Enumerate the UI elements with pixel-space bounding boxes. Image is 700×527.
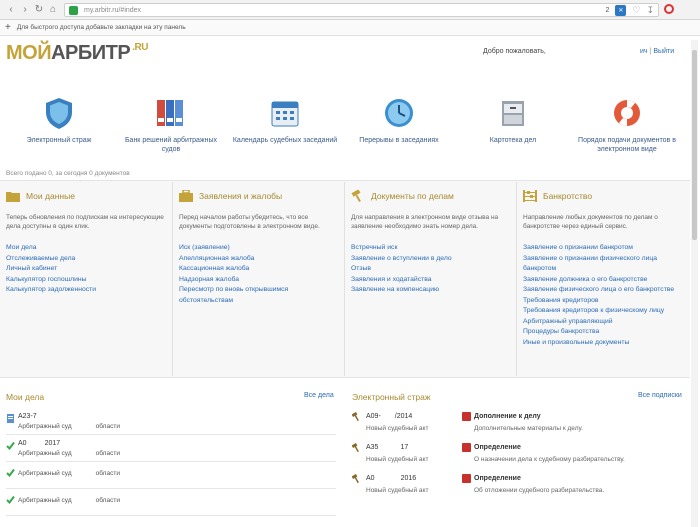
- lifebuoy-icon: [614, 100, 640, 126]
- logout-link[interactable]: Выйти: [653, 48, 674, 55]
- service-calendar[interactable]: Календарь судебных заседаний: [230, 96, 340, 145]
- link-creditor-individual[interactable]: Требования кредиторов к физическому лицу: [523, 306, 682, 317]
- folder-icon: [6, 192, 20, 202]
- link-response[interactable]: Отзыв: [351, 264, 510, 275]
- welcome-text: Добро пожаловать,: [483, 48, 546, 55]
- link-debtor-claim[interactable]: Заявление должника о его банкротстве: [523, 275, 682, 286]
- page-scrollbar[interactable]: [691, 40, 698, 527]
- service-breaks[interactable]: Перерывы в заседаниях: [344, 96, 454, 145]
- section-bankruptcy: Банкротство Направление любых документов…: [516, 182, 688, 376]
- case-row[interactable]: А23-7 Арбитражный суд области: [6, 408, 336, 435]
- binders-icon: [157, 100, 183, 126]
- abacus-icon: [523, 190, 537, 202]
- link-bankrupt-claim[interactable]: Заявление о признании банкротом: [523, 243, 682, 254]
- link-fee-calculator[interactable]: Калькулятор госпошлины: [6, 275, 166, 286]
- check-icon: [6, 468, 15, 477]
- bookmark-heart-icon[interactable]: ♡: [632, 5, 640, 16]
- bookmark-hint: Для быстрого доступа добавьте закладки н…: [16, 24, 186, 31]
- link-debt-calculator[interactable]: Калькулятор задолженности: [6, 285, 166, 296]
- link-join-case[interactable]: Заявление о вступлении в дело: [351, 254, 510, 265]
- guard-list: А09-/2014 Новый судебный акт Дополнение …: [352, 410, 688, 503]
- extension-icon[interactable]: ✕: [615, 5, 627, 16]
- guard-row[interactable]: А09-/2014 Новый судебный акт Дополнение …: [352, 410, 688, 441]
- service-decisions[interactable]: Банк решений арбитражных судов: [116, 96, 226, 154]
- address-bar[interactable]: my.arbitr.ru/#index 2 ✕ ♡ ↧: [64, 3, 659, 17]
- service-procedure[interactable]: Порядок подачи документов в электронном …: [572, 96, 682, 154]
- section-my-data: Мои данные Теперь обновления по подписка…: [0, 182, 172, 376]
- url-text: my.arbitr.ru/#index: [84, 6, 142, 14]
- link-compensation[interactable]: Заявление на компенсацию: [351, 285, 510, 296]
- link-supervisory[interactable]: Надзорная жалоба: [179, 275, 338, 286]
- case-row[interactable]: Арбитражный суд области: [6, 489, 336, 516]
- link-tracked-cases[interactable]: Отслеживаемые дела: [6, 254, 166, 265]
- all-cases-link[interactable]: Все дела: [304, 392, 334, 399]
- case-row[interactable]: А0 2017 Арбитражный суд области: [6, 435, 336, 462]
- link-motions[interactable]: Заявления и ходатайства: [351, 275, 510, 286]
- opera-icon[interactable]: [664, 4, 674, 14]
- gavel-icon: [352, 412, 359, 421]
- link-individual-bankrupt[interactable]: Заявление о признании физического лица б…: [523, 254, 682, 275]
- gavel-icon: [352, 443, 359, 452]
- user-menu: ич | Выйти: [640, 48, 675, 55]
- case-row[interactable]: Арбитражный суд области: [6, 462, 336, 489]
- tab-count: 2: [605, 7, 610, 14]
- clock-icon: [385, 99, 413, 127]
- link-my-cases[interactable]: Мои дела: [6, 243, 166, 254]
- section-case-documents: Документы по делам Для направления в эле…: [344, 182, 516, 376]
- pdf-icon[interactable]: [462, 474, 471, 483]
- home-icon[interactable]: ⌂: [46, 3, 60, 17]
- forward-icon[interactable]: ›: [18, 3, 32, 17]
- link-other-docs[interactable]: Иные и произвольные документы: [523, 338, 682, 349]
- link-lawsuit[interactable]: Иск (заявление): [179, 243, 338, 254]
- guard-row[interactable]: А0 2016 Новый судебный акт Определение Об…: [352, 472, 688, 503]
- back-icon[interactable]: ‹: [4, 3, 18, 17]
- section-claims: Заявления и жалобы Перед началом работы …: [172, 182, 344, 376]
- link-cassation[interactable]: Кассационная жалоба: [179, 264, 338, 275]
- link-procedures[interactable]: Процедуры банкротства: [523, 327, 682, 338]
- reload-icon[interactable]: ↻: [32, 3, 46, 17]
- link-counterclaim[interactable]: Встречный иск: [351, 243, 510, 254]
- download-icon[interactable]: ↧: [646, 5, 654, 16]
- all-subscriptions-link[interactable]: Все подписки: [638, 392, 682, 399]
- service-guard[interactable]: Электронный страж: [4, 96, 114, 145]
- link-account[interactable]: Личный кабинет: [6, 264, 166, 275]
- document-icon: [7, 414, 14, 423]
- documents-counter: Всего подано 0, за сегодня 0 документов: [6, 170, 130, 177]
- guard-title: Электронный страж: [352, 392, 431, 402]
- check-icon: [6, 441, 15, 450]
- add-bookmark-icon[interactable]: +: [5, 22, 11, 33]
- secure-icon: [69, 5, 78, 15]
- bookmarks-bar: + Для быстрого доступа добавьте закладки…: [0, 20, 700, 36]
- scrollbar-thumb[interactable]: [692, 50, 697, 240]
- check-icon: [6, 495, 15, 504]
- my-cases-title: Мои дела: [6, 392, 45, 402]
- link-appeal[interactable]: Апелляционная жалоба: [179, 254, 338, 265]
- guard-row[interactable]: А35 17 Новый судебный акт Определение О н…: [352, 441, 688, 472]
- link-review[interactable]: Пересмотр по вновь открывшимся обстоятел…: [179, 285, 338, 306]
- my-cases-list: А23-7 Арбитражный суд области А0 2017 Арби…: [6, 408, 336, 516]
- gavel-icon: [352, 474, 359, 483]
- briefcase-icon: [179, 190, 193, 202]
- link-manager[interactable]: Арбитражный управляющий: [523, 317, 682, 328]
- link-individual-claim[interactable]: Заявление физического лица о его банкрот…: [523, 285, 682, 296]
- calendar-icon: [271, 101, 299, 127]
- gavel-icon: [351, 190, 361, 202]
- site-logo[interactable]: МОЙАРБИТР .RU: [6, 42, 148, 65]
- service-files[interactable]: Картотека дел: [458, 96, 568, 145]
- shield-icon: [46, 98, 72, 129]
- pdf-icon[interactable]: [462, 443, 471, 452]
- cabinet-icon: [502, 101, 524, 126]
- user-name-link[interactable]: ич: [640, 48, 648, 55]
- link-creditor-claims[interactable]: Требования кредиторов: [523, 296, 682, 307]
- pdf-icon[interactable]: [462, 412, 471, 421]
